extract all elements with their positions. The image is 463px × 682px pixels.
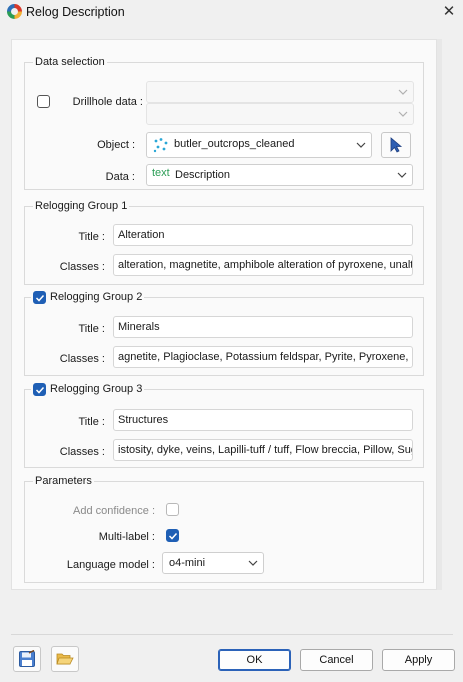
relog-group-3-legend: Relogging Group 3: [31, 382, 145, 396]
app-logo-icon: [7, 4, 22, 19]
classes-label: Classes :: [59, 353, 105, 365]
text-type-tag: text: [152, 167, 170, 179]
group-1-title-input[interactable]: Alteration: [113, 224, 413, 246]
multilabel-checkbox[interactable]: [166, 529, 179, 542]
data-value: Description: [175, 169, 231, 181]
window-title: Relog Description: [26, 5, 125, 19]
parameters-group: Parameters Add confidence : Multi-label …: [24, 474, 424, 583]
chevron-down-icon: [397, 172, 407, 178]
close-icon: ✕: [442, 3, 456, 20]
save-icon: [19, 650, 35, 667]
group-2-checkbox[interactable]: [33, 290, 46, 304]
drillhole-select-1[interactable]: [146, 81, 414, 103]
ok-button[interactable]: OK: [218, 649, 291, 671]
relog-group-2: Relogging Group 2 Title : Minerals Class…: [24, 290, 424, 376]
chevron-down-icon: [356, 142, 366, 148]
check-icon: [35, 386, 45, 394]
relog-group-3-title: Relogging Group 3: [50, 383, 143, 395]
relog-group-3: Relogging Group 3 Title : Structures Cla…: [24, 382, 424, 468]
check-icon: [35, 294, 45, 302]
drillhole-select-2[interactable]: [146, 103, 414, 125]
parameters-legend: Parameters: [33, 474, 94, 488]
data-label: Data :: [105, 171, 135, 183]
group-3-checkbox[interactable]: [33, 382, 46, 396]
chevron-down-icon: [398, 89, 408, 95]
folder-open-icon: [56, 653, 74, 665]
chevron-down-icon: [248, 560, 258, 566]
confidence-label: Add confidence :: [73, 505, 155, 517]
group-2-classes-input[interactable]: agnetite, Plagioclase, Potassium feldspa…: [113, 346, 413, 368]
save-button[interactable]: [13, 646, 41, 672]
classes-label: Classes :: [59, 261, 105, 273]
group-2-title-input[interactable]: Minerals: [113, 316, 413, 338]
confidence-checkbox[interactable]: [166, 503, 179, 516]
classes-label: Classes :: [59, 446, 105, 458]
check-icon: [168, 532, 178, 540]
footer-divider: [11, 634, 453, 635]
cancel-button[interactable]: Cancel: [300, 649, 373, 671]
pick-object-button[interactable]: [381, 132, 411, 158]
main-panel: Data selection Drillhole data : Object :…: [11, 39, 437, 590]
close-button[interactable]: ✕: [440, 3, 458, 21]
group-1-classes-input[interactable]: alteration, magnetite, amphibole alterat…: [113, 254, 413, 276]
data-select[interactable]: text Description: [146, 164, 413, 186]
points-object-icon: [153, 138, 168, 153]
relog-group-2-legend: Relogging Group 2: [31, 290, 145, 304]
multilabel-label: Multi-label :: [98, 531, 155, 543]
title-label: Title :: [78, 231, 106, 243]
model-select[interactable]: o4-mini: [162, 552, 264, 574]
open-folder-button[interactable]: [51, 646, 79, 672]
title-bar: Relog Description ✕: [0, 0, 463, 26]
model-label: Language model :: [66, 559, 155, 571]
relog-group-1-legend: Relogging Group 1: [33, 199, 130, 213]
relog-group-2-title: Relogging Group 2: [50, 291, 143, 303]
scrollbar[interactable]: [437, 39, 442, 590]
object-select[interactable]: butler_outcrops_cleaned: [146, 132, 372, 158]
group-3-classes-input[interactable]: istosity, dyke, veins, Lapilli-tuff / tu…: [113, 439, 413, 461]
cursor-pick-icon: [390, 137, 403, 153]
relog-group-1: Relogging Group 1 Title : Alteration Cla…: [24, 199, 424, 285]
object-label: Object :: [97, 139, 135, 151]
drillhole-checkbox[interactable]: [37, 95, 50, 108]
title-label: Title :: [78, 416, 106, 428]
data-selection-legend: Data selection: [33, 55, 107, 69]
drillhole-label: Drillhole data :: [72, 96, 143, 108]
group-3-title-input[interactable]: Structures: [113, 409, 413, 431]
model-value: o4-mini: [169, 557, 206, 569]
title-label: Title :: [78, 323, 106, 335]
data-selection-group: Data selection Drillhole data : Object :…: [24, 55, 424, 190]
apply-button[interactable]: Apply: [382, 649, 455, 671]
object-value: butler_outcrops_cleaned: [174, 138, 295, 150]
chevron-down-icon: [398, 111, 408, 117]
